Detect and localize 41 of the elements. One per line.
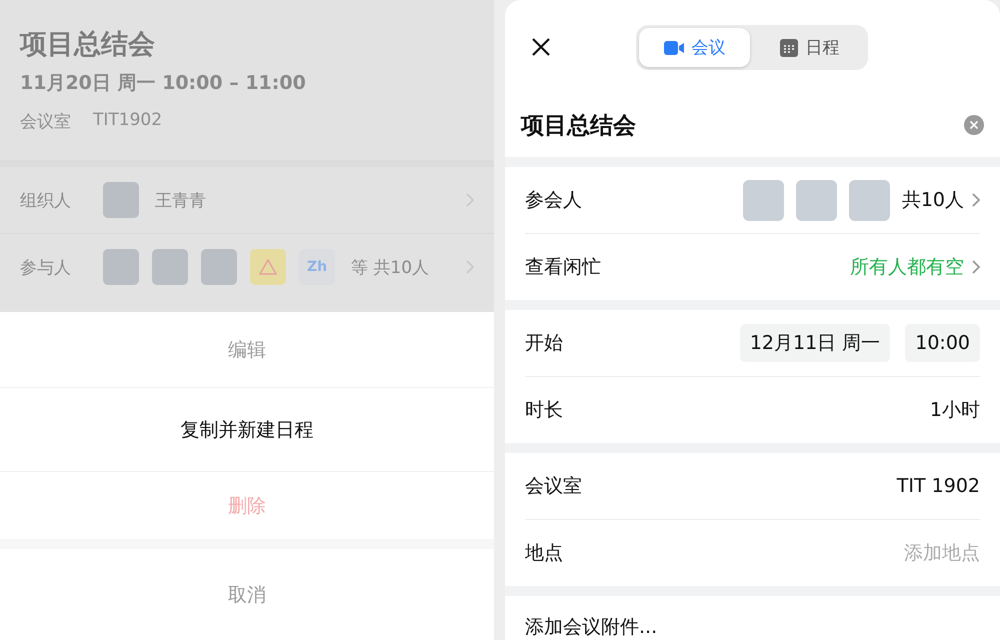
tab[interactable]: 日程 bbox=[754, 28, 865, 67]
avatar-initials: Zh bbox=[299, 249, 335, 285]
participants-total: 等 共10人 bbox=[351, 256, 430, 278]
row-label: 参会人 bbox=[525, 188, 583, 213]
room-label: 会议室 bbox=[20, 111, 71, 133]
date-picker[interactable]: 12月11日 周一 bbox=[740, 324, 890, 362]
organizer-name: 王青青 bbox=[155, 190, 207, 212]
add-attachment-link[interactable]: 添加会议附件... bbox=[525, 614, 980, 640]
row-label: 查看闲忙 bbox=[525, 255, 602, 280]
row-label: 地点 bbox=[525, 541, 564, 566]
attendee-count: 共10人 bbox=[902, 188, 964, 213]
event-time: 11月20日 周一 10:00 – 11:00 bbox=[20, 71, 307, 96]
organizer-label: 组织人 bbox=[20, 190, 72, 212]
time-picker[interactable]: 10:00 bbox=[905, 324, 980, 362]
chevron-right-icon[interactable] bbox=[972, 193, 980, 207]
row-label: 会议室 bbox=[525, 474, 583, 499]
tab[interactable]: 会议 bbox=[639, 28, 750, 67]
avatar-photo-placeholder bbox=[201, 249, 237, 285]
availability-status: 所有人都有空 bbox=[850, 255, 964, 280]
row-label: 时长 bbox=[525, 398, 564, 423]
avatar-warning-icon bbox=[250, 249, 286, 285]
avatar-photo-placeholder bbox=[742, 180, 784, 220]
avatar-photo-placeholder bbox=[152, 249, 188, 285]
row-value: TIT 1902 bbox=[896, 475, 980, 497]
avatar-photo-placeholder bbox=[796, 180, 837, 220]
close-icon[interactable] bbox=[531, 36, 551, 57]
avatar-photo-placeholder bbox=[103, 249, 139, 285]
row-label: 开始 bbox=[525, 331, 564, 356]
clear-icon[interactable] bbox=[964, 115, 984, 136]
calendar-icon bbox=[780, 38, 798, 56]
event-title: 项目总结会 bbox=[20, 28, 156, 62]
row-value: 1小时 bbox=[930, 398, 980, 423]
avatar-photo-placeholder bbox=[848, 180, 890, 220]
participants-label: 参与人 bbox=[20, 256, 72, 278]
chevron-right-icon bbox=[466, 193, 474, 207]
avatar-photo-placeholder bbox=[103, 182, 139, 218]
chevron-right-icon bbox=[466, 260, 474, 274]
chevron-right-icon[interactable] bbox=[972, 260, 980, 274]
meeting-title-field[interactable]: 项目总结会 bbox=[521, 110, 636, 141]
video-camera-icon bbox=[664, 40, 684, 56]
room-name: TIT1902 bbox=[93, 110, 162, 132]
